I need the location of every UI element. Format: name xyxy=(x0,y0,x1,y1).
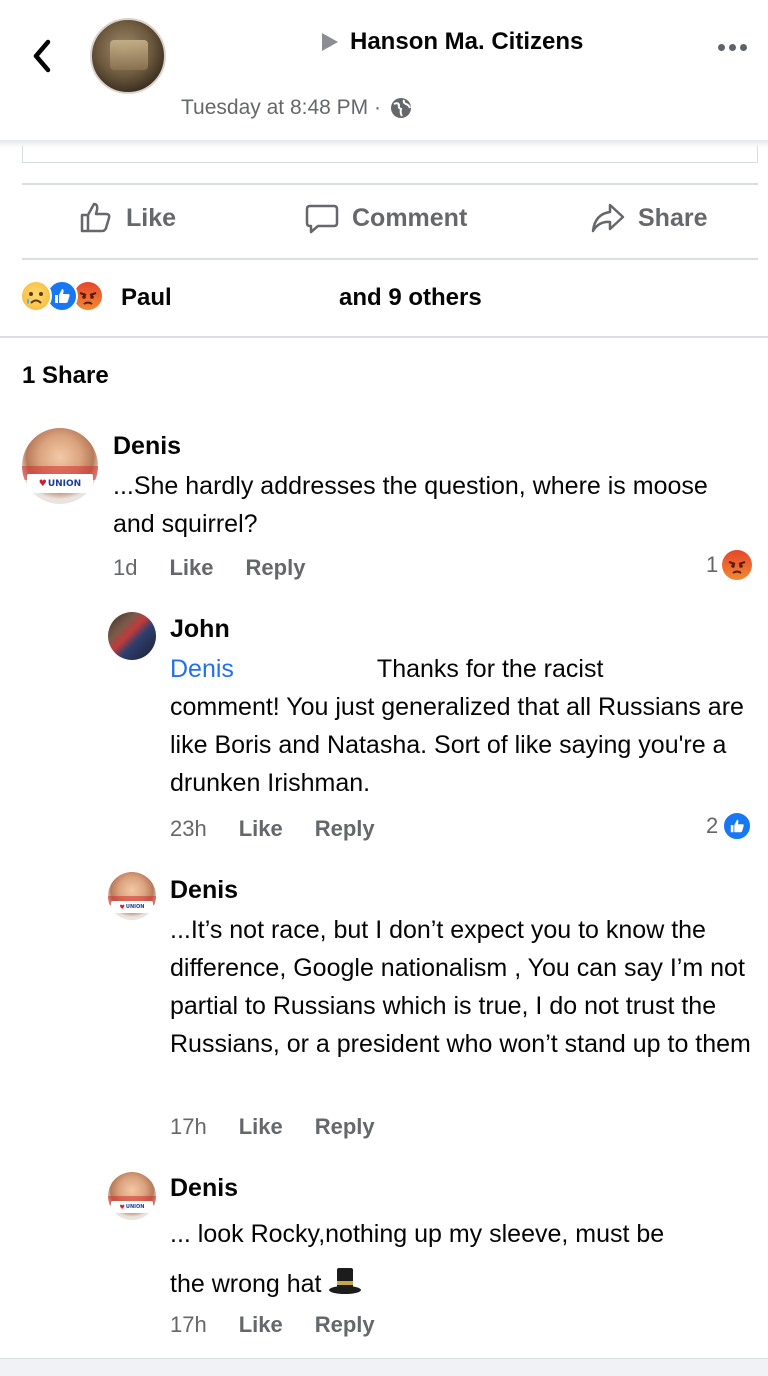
comment-text: ...It’s not race, but I don’t expect you… xyxy=(170,916,751,1058)
avatar[interactable]: UNION xyxy=(108,872,156,920)
comment-text: ...She hardly addresses the question, wh… xyxy=(113,472,708,538)
group-avatar[interactable] xyxy=(90,18,166,94)
back-button[interactable] xyxy=(26,36,60,76)
post-content-box xyxy=(22,146,758,163)
comment-like-button[interactable]: Like xyxy=(239,816,283,842)
comment-text-line1: Thanks for the racist xyxy=(376,655,604,683)
comment-text-rest: comment! You just generalized that all R… xyxy=(170,693,744,797)
share-button[interactable]: Share xyxy=(590,200,707,236)
mention-link[interactable]: Denis xyxy=(170,655,234,683)
comment-reaction-count[interactable]: 1 xyxy=(706,550,753,580)
comment-author[interactable]: John xyxy=(170,615,230,644)
post-header: Hanson Ma. Citizens Tuesday at 8:48 PM · xyxy=(0,0,768,140)
timestamp-text: Tuesday at 8:48 PM · xyxy=(181,96,381,119)
reaction-count-number: 1 xyxy=(706,552,719,577)
comment-text-line2: the wrong hat xyxy=(170,1270,322,1298)
like-button[interactable]: Like xyxy=(78,200,176,236)
reaction-summary[interactable] xyxy=(20,280,104,312)
group-name[interactable]: Hanson Ma. Citizens xyxy=(350,28,583,56)
thumbs-up-icon xyxy=(80,202,111,233)
reactor-name[interactable]: Paul xyxy=(121,284,172,312)
comment-author[interactable]: Denis xyxy=(170,1174,238,1203)
like-reaction-icon xyxy=(722,811,753,841)
comment-composer-bar[interactable] xyxy=(0,1358,768,1376)
comment-actions: 1d Like Reply xyxy=(113,555,305,581)
group-title-row[interactable]: Hanson Ma. Citizens xyxy=(322,28,583,56)
more-horizontal-icon xyxy=(718,44,725,51)
comment-reply-button[interactable]: Reply xyxy=(315,1114,375,1140)
comment-text: Denis Thanks for the racist comment! You j… xyxy=(170,650,750,802)
comment-reaction-count[interactable]: 2 xyxy=(706,811,753,841)
comment-actions: 17h Like Reply xyxy=(170,1114,375,1140)
comment-reply-button[interactable]: Reply xyxy=(315,1312,375,1338)
comment-time: 17h xyxy=(170,1114,207,1139)
comment-time: 17h xyxy=(170,1312,207,1337)
top-hat-icon xyxy=(328,1263,362,1294)
like-label: Like xyxy=(126,203,177,232)
comment-label: Comment xyxy=(352,203,468,232)
comment-actions: 17h Like Reply xyxy=(170,1312,375,1338)
comment-reply-button[interactable]: Reply xyxy=(246,555,306,581)
comment-reply-button[interactable]: Reply xyxy=(315,816,375,842)
comment-like-button[interactable]: Like xyxy=(169,555,213,581)
avatar[interactable]: UNION xyxy=(108,1172,156,1220)
divider xyxy=(22,183,758,185)
angry-reaction-icon xyxy=(722,550,753,580)
comment-bubble-icon xyxy=(305,204,339,234)
reaction-count-number: 2 xyxy=(706,813,719,838)
divider xyxy=(22,258,758,260)
comment-time: 23h xyxy=(170,816,207,841)
chevron-left-icon xyxy=(33,39,51,73)
share-count[interactable]: 1 Share xyxy=(22,362,109,390)
reactor-others[interactable]: and 9 others xyxy=(339,284,482,312)
more-options-button[interactable] xyxy=(718,44,747,51)
globe-icon xyxy=(390,98,411,118)
union-badge: UNION xyxy=(110,1200,154,1214)
union-badge: UNION xyxy=(26,473,94,494)
post-timestamp: Tuesday at 8:48 PM · xyxy=(181,96,413,120)
comment-time: 1d xyxy=(113,555,138,580)
comment-actions: 23h Like Reply xyxy=(170,816,375,842)
comment-author[interactable]: Denis xyxy=(113,432,181,461)
play-triangle-icon xyxy=(322,33,338,51)
comment-text: ... look Rocky,nothing up my sleeve, mus… xyxy=(170,1209,756,1309)
comment-author[interactable]: Denis xyxy=(170,876,238,905)
avatar[interactable] xyxy=(108,612,156,660)
comment-button[interactable]: Comment xyxy=(304,200,467,236)
avatar[interactable]: UNION xyxy=(22,428,98,504)
share-label: Share xyxy=(638,203,708,232)
union-badge: UNION xyxy=(110,900,154,914)
comment-like-button[interactable]: Like xyxy=(239,1312,283,1338)
divider xyxy=(0,336,768,338)
sad-reaction-icon xyxy=(20,280,52,312)
comment-text-line1: ... look Rocky,nothing up my sleeve, mus… xyxy=(170,1220,665,1248)
comment-like-button[interactable]: Like xyxy=(239,1114,283,1140)
share-arrow-icon xyxy=(591,203,625,233)
